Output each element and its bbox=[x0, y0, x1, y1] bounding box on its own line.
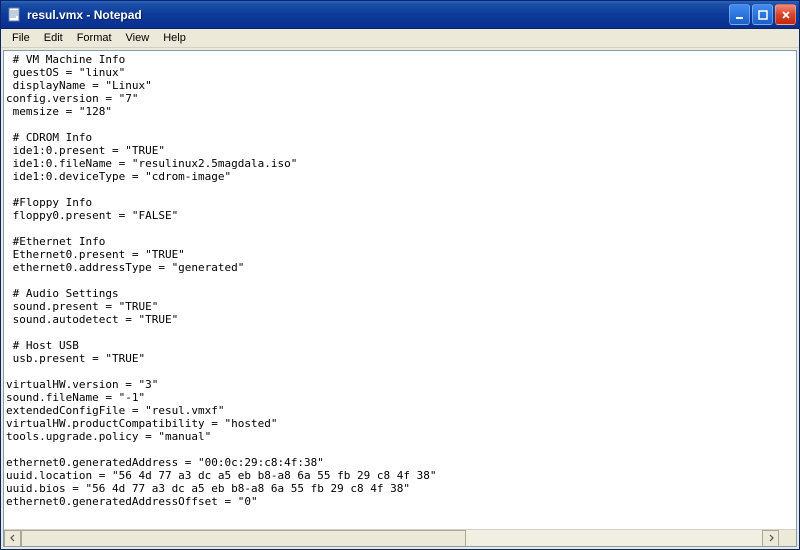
menu-help[interactable]: Help bbox=[156, 30, 193, 46]
scroll-left-button[interactable] bbox=[4, 530, 21, 547]
scroll-right-button[interactable] bbox=[762, 530, 779, 547]
notepad-window: resul.vmx - Notepad File Edit Format Vie… bbox=[0, 0, 800, 550]
editor-container: # VM Machine Info guestOS = "linux" disp… bbox=[3, 50, 797, 547]
menu-format[interactable]: Format bbox=[70, 30, 119, 46]
menu-file[interactable]: File bbox=[5, 30, 37, 46]
minimize-button[interactable] bbox=[729, 4, 750, 25]
title-bar[interactable]: resul.vmx - Notepad bbox=[1, 1, 799, 29]
menu-view[interactable]: View bbox=[119, 30, 157, 46]
close-button[interactable] bbox=[775, 4, 796, 25]
scrollbar-track[interactable] bbox=[21, 530, 762, 547]
menu-edit[interactable]: Edit bbox=[37, 30, 70, 46]
window-title: resul.vmx - Notepad bbox=[27, 8, 729, 22]
maximize-button[interactable] bbox=[752, 4, 773, 25]
scrollbar-thumb[interactable] bbox=[21, 530, 466, 547]
window-controls bbox=[729, 4, 796, 25]
horizontal-scrollbar[interactable] bbox=[4, 529, 796, 546]
notepad-icon bbox=[7, 7, 23, 23]
menu-bar: File Edit Format View Help bbox=[1, 29, 799, 48]
text-editor[interactable]: # VM Machine Info guestOS = "linux" disp… bbox=[4, 51, 796, 529]
scrollbar-corner bbox=[779, 530, 796, 547]
